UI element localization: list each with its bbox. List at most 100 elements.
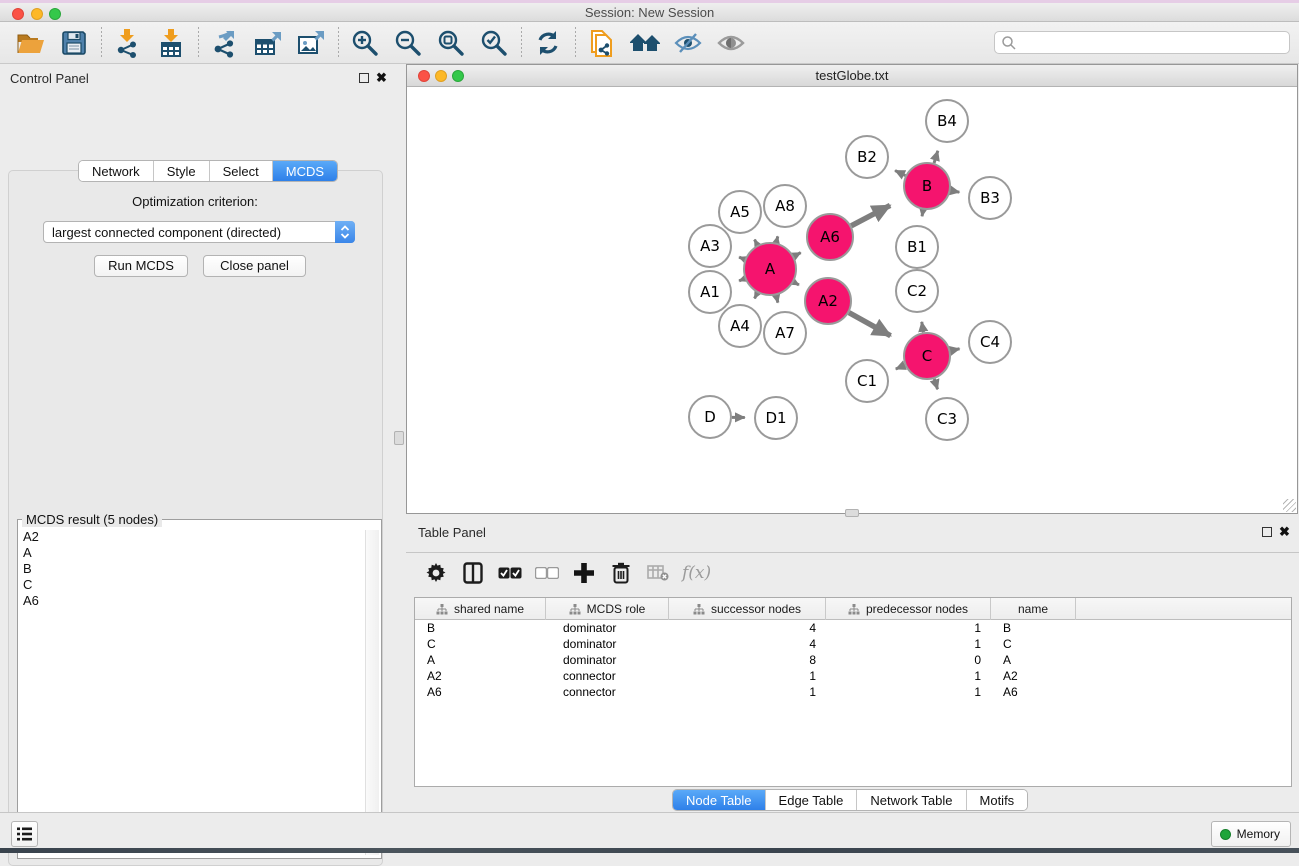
open-file-button[interactable] [13, 26, 49, 60]
memory-button[interactable]: Memory [1211, 821, 1291, 847]
criterion-dropdown[interactable]: largest connected component (directed) [43, 221, 355, 243]
cell-successor-nodes[interactable]: 8 [669, 652, 826, 668]
close-panel-icon[interactable]: ✖ [376, 70, 387, 86]
search-input[interactable] [1017, 34, 1289, 52]
task-history-button[interactable] [11, 821, 38, 847]
mcds-result-item[interactable]: B [21, 561, 363, 577]
cell-shared-name[interactable]: C [415, 636, 546, 652]
cell-predecessor-nodes[interactable]: 1 [826, 684, 991, 700]
edge-A-A2[interactable] [794, 282, 799, 285]
edge-B-B1[interactable] [922, 210, 923, 217]
table-row[interactable]: A2connector11A2 [415, 668, 1291, 684]
zoom-out-button[interactable] [390, 26, 426, 60]
cell-name[interactable]: A2 [991, 668, 1076, 684]
split-divider-handle[interactable] [394, 431, 404, 445]
edge-B-B2[interactable] [895, 171, 905, 176]
result-scrollbar[interactable] [365, 530, 379, 855]
edge-A-A8[interactable] [776, 236, 778, 242]
edge-C-C4[interactable] [950, 349, 959, 351]
edge-A-A4[interactable] [755, 293, 758, 298]
column-header-successor-nodes[interactable]: successor nodes [669, 598, 826, 620]
clone-network-button[interactable] [584, 26, 620, 60]
edge-C-C3[interactable] [934, 379, 937, 389]
cell-name[interactable]: A6 [991, 684, 1076, 700]
export-image-button[interactable] [293, 26, 329, 60]
cell-shared-name[interactable]: B [415, 620, 546, 636]
show-graphics-details-button[interactable] [713, 26, 749, 60]
float-panel-icon[interactable] [359, 73, 369, 83]
cell-successor-nodes[interactable]: 1 [669, 684, 826, 700]
cell-predecessor-nodes[interactable]: 1 [826, 668, 991, 684]
table-row[interactable]: Adominator80A [415, 652, 1291, 668]
cell-MCDS-role[interactable]: connector [546, 668, 669, 684]
window-resize-grip[interactable] [1283, 499, 1296, 512]
import-network-button[interactable] [110, 26, 146, 60]
edge-C-C1[interactable] [896, 365, 905, 369]
cell-predecessor-nodes[interactable]: 1 [826, 636, 991, 652]
zoom-fit-button[interactable] [433, 26, 469, 60]
edge-A6-B[interactable] [851, 205, 890, 225]
table-row[interactable]: Bdominator41B [415, 620, 1291, 636]
add-column-button[interactable] [571, 559, 597, 587]
edge-C-C2[interactable] [922, 322, 924, 332]
tab-network[interactable]: Network [79, 161, 154, 181]
cell-predecessor-nodes[interactable]: 0 [826, 652, 991, 668]
tab-node-table[interactable]: Node Table [673, 790, 766, 810]
mcds-result-item[interactable]: C [21, 577, 363, 593]
edge-A2-C[interactable] [849, 313, 891, 336]
edge-B-B3[interactable] [951, 190, 960, 192]
edge-A-A7[interactable] [776, 295, 778, 302]
mcds-result-item[interactable]: A2 [21, 529, 363, 545]
refresh-button[interactable] [530, 26, 566, 60]
tab-mcds[interactable]: MCDS [273, 161, 337, 181]
save-session-button[interactable] [56, 26, 92, 60]
cell-name[interactable]: A [991, 652, 1076, 668]
cell-MCDS-role[interactable]: dominator [546, 652, 669, 668]
tab-motifs[interactable]: Motifs [967, 790, 1028, 810]
delete-column-button[interactable] [608, 559, 634, 587]
zoom-in-button[interactable] [347, 26, 383, 60]
cell-MCDS-role[interactable]: dominator [546, 620, 669, 636]
edge-A-A1[interactable] [739, 279, 745, 281]
run-mcds-button[interactable]: Run MCDS [94, 255, 188, 277]
tab-style[interactable]: Style [154, 161, 210, 181]
cell-name[interactable]: C [991, 636, 1076, 652]
network-canvas[interactable]: AA1A2A3A4A5A6A7A8BB1B2B3B4CC1C2C3C4DD1 [407, 87, 1297, 513]
zoom-selected-button[interactable] [476, 26, 512, 60]
mcds-result-item[interactable]: A6 [21, 593, 363, 609]
clear-checkboxes-button[interactable] [534, 559, 560, 587]
column-header-shared-name[interactable]: shared name [415, 598, 546, 620]
cell-MCDS-role[interactable]: dominator [546, 636, 669, 652]
edge-A-A6[interactable] [794, 253, 801, 257]
close-table-panel-icon[interactable]: ✖ [1279, 524, 1290, 540]
tab-select[interactable]: Select [210, 161, 273, 181]
cell-predecessor-nodes[interactable]: 1 [826, 620, 991, 636]
float-table-panel-icon[interactable] [1262, 527, 1272, 537]
settings-gear-button[interactable] [423, 559, 449, 587]
column-header-MCDS-role[interactable]: MCDS role [546, 598, 669, 620]
cell-MCDS-role[interactable]: connector [546, 684, 669, 700]
table-row[interactable]: Cdominator41C [415, 636, 1291, 652]
select-all-checkboxes-button[interactable] [497, 559, 523, 587]
network-window-titlebar[interactable]: testGlobe.txt [407, 65, 1297, 87]
cell-shared-name[interactable]: A [415, 652, 546, 668]
home-button[interactable] [627, 26, 663, 60]
search-box[interactable] [994, 31, 1290, 54]
column-header-name[interactable]: name [991, 598, 1076, 620]
hide-graphics-details-button[interactable] [670, 26, 706, 60]
tab-network-table[interactable]: Network Table [857, 790, 966, 810]
edge-A-A5[interactable] [755, 240, 758, 245]
table-row[interactable]: A6connector11A6 [415, 684, 1291, 700]
column-header-predecessor-nodes[interactable]: predecessor nodes [826, 598, 991, 620]
column-mode-button[interactable] [460, 559, 486, 587]
export-table-button[interactable] [250, 26, 286, 60]
cell-successor-nodes[interactable]: 4 [669, 620, 826, 636]
export-network-button[interactable] [207, 26, 243, 60]
edge-A-A3[interactable] [739, 257, 745, 259]
cell-successor-nodes[interactable]: 1 [669, 668, 826, 684]
import-table-button[interactable] [153, 26, 189, 60]
cell-shared-name[interactable]: A2 [415, 668, 546, 684]
cell-shared-name[interactable]: A6 [415, 684, 546, 700]
tab-edge-table[interactable]: Edge Table [766, 790, 858, 810]
edge-B-B4[interactable] [934, 151, 938, 163]
